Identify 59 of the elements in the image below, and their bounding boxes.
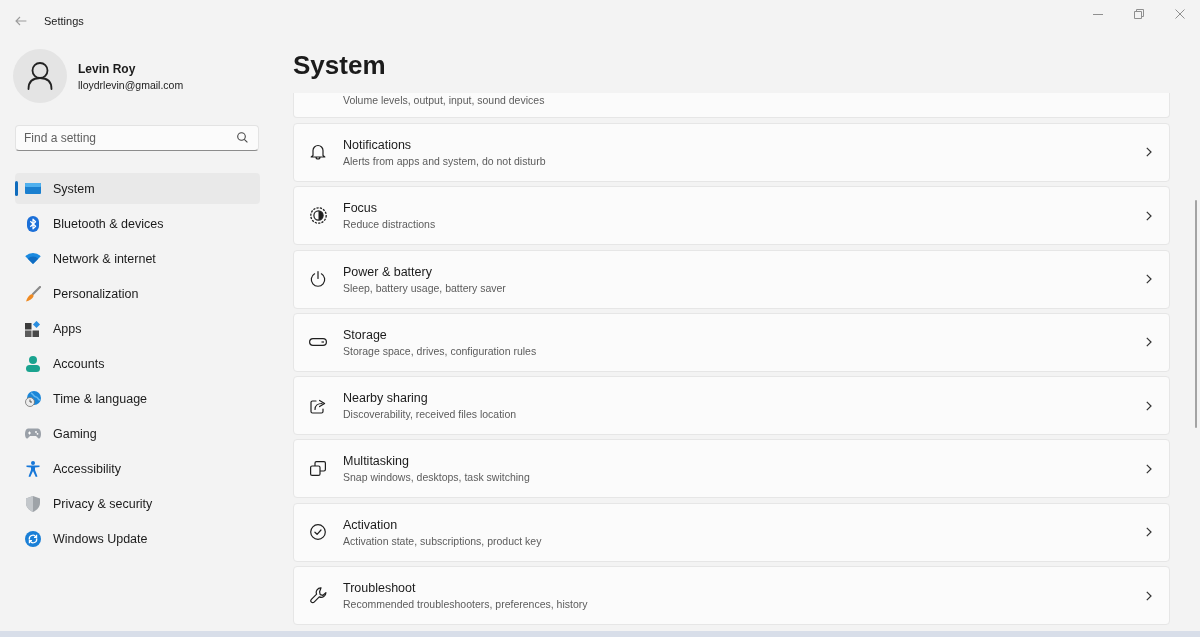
wifi-icon — [24, 253, 41, 264]
window-title: Settings — [44, 15, 84, 27]
check-circle-icon — [310, 524, 326, 541]
profile-name: Levin Roy — [78, 61, 137, 76]
accessibility-icon — [25, 460, 40, 477]
chevron-right-icon — [1146, 590, 1152, 601]
sidebar-item[interactable]: Personalization — [15, 278, 260, 309]
bell-icon — [310, 144, 326, 161]
chevron-right-icon — [1146, 274, 1152, 285]
setting-card[interactable]: Notifications Alerts from apps and system, do not disturb — [293, 123, 1170, 182]
back-arrow-icon[interactable] — [15, 16, 27, 26]
gamepad-icon — [24, 428, 41, 439]
sidebar-item[interactable]: System — [15, 173, 260, 204]
chevron-right-icon — [1146, 210, 1152, 221]
chevron-right-icon — [1146, 400, 1152, 411]
setting-card[interactable]: Focus Reduce distractions — [293, 186, 1170, 246]
setting-card[interactable]: Power & battery Sleep, battery usage, battery saver — [293, 249, 1170, 309]
chevron-right-icon — [1146, 147, 1152, 158]
person-icon — [25, 355, 40, 372]
setting-card[interactable]: Storage Storage space, drives, configuration rules — [293, 312, 1170, 372]
sidebar-item[interactable]: Accessibility — [15, 453, 260, 484]
sync-icon — [24, 530, 41, 547]
apps-grid-icon — [24, 320, 41, 337]
scrollbar-thumb[interactable] — [1195, 200, 1197, 428]
sidebar-item[interactable]: Apps — [15, 313, 260, 344]
setting-card[interactable]: Multitasking Snap windows, desktops, task switching — [293, 439, 1170, 499]
sidebar-item[interactable]: Windows Update — [15, 523, 260, 554]
monitor-icon — [24, 183, 41, 194]
sidebar-item[interactable]: Privacy & security — [15, 488, 260, 519]
chevron-right-icon — [1146, 463, 1152, 474]
minimize-icon[interactable] — [1092, 13, 1103, 15]
overlapping-windows-icon — [310, 461, 326, 477]
restore-icon[interactable] — [1133, 9, 1144, 19]
paintbrush-icon — [24, 285, 41, 302]
power-icon — [310, 270, 326, 288]
sidebar-item[interactable]: Network & internet — [15, 243, 260, 274]
storage-icon — [309, 338, 327, 347]
sidebar-item[interactable]: Accounts — [15, 348, 260, 379]
focus-icon — [309, 207, 327, 225]
chevron-right-icon — [1146, 527, 1152, 538]
profile-email: lloydrlevin@gmail.com — [78, 78, 184, 91]
page-title: System — [293, 49, 386, 81]
setting-card[interactable]: Troubleshoot Recommended troubleshooters, preferences, history — [293, 566, 1170, 626]
setting-card[interactable]: Nearby sharing Discoverability, received files location — [293, 376, 1170, 436]
chevron-right-icon — [1146, 337, 1152, 348]
share-icon — [310, 397, 326, 414]
search-icon — [237, 132, 248, 143]
globe-clock-icon — [24, 390, 41, 407]
sidebar-item[interactable]: Time & language — [15, 383, 260, 414]
search-field[interactable]: Find a setting — [15, 125, 259, 151]
shield-icon — [25, 495, 40, 512]
setting-card[interactable]: Volume levels, output, input, sound devices — [293, 93, 1170, 118]
bluetooth-icon — [26, 215, 39, 232]
wrench-icon — [309, 587, 327, 605]
sidebar-item[interactable]: Bluetooth & devices — [15, 208, 260, 239]
close-icon[interactable] — [1174, 9, 1185, 19]
avatar-icon — [13, 49, 67, 103]
setting-card[interactable]: Activation Activation state, subscriptions, product key — [293, 502, 1170, 562]
sidebar-item[interactable]: Gaming — [15, 418, 260, 449]
